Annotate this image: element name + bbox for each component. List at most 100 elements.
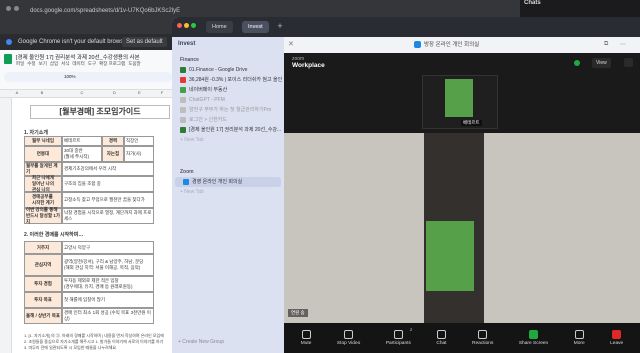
reload-icon[interactable] — [14, 6, 19, 11]
group-zoom[interactable]: Zoom — [172, 167, 284, 177]
cell-label[interactable]: 올해 / 상반기 목표 — [24, 308, 62, 324]
start-table: 거주지 고양시 덕양구 관심지역 광역(양천/강서), 구리 & 남양주, 하남… — [24, 241, 154, 324]
menu-data[interactable]: 데이터 — [72, 61, 84, 67]
sidebar-item-active[interactable]: 경영 온라인 개인 회의실 — [175, 177, 281, 187]
cell-label[interactable]: 자는집 — [102, 146, 124, 162]
minimize-window-icon[interactable] — [184, 23, 189, 28]
chats-label[interactable]: Chats — [524, 0, 541, 6]
chat-button[interactable]: Chat — [436, 330, 447, 346]
zoom-workplace-label: Workplace — [292, 62, 325, 69]
video-icon — [344, 330, 354, 339]
new-tab-button[interactable]: + New Tab — [172, 135, 284, 145]
cell-value[interactable]: 직장인 — [124, 136, 154, 146]
stop-video-button[interactable]: Stop Video — [337, 330, 360, 346]
sidebar-header[interactable]: Invest — [178, 41, 195, 47]
menu-edit[interactable]: 수정 — [27, 61, 35, 67]
section-intro-heading: 1. 자기소개 — [24, 130, 48, 136]
copy-link-icon[interactable]: ⧉ — [604, 41, 608, 48]
address-bar[interactable]: docs.google.com/spreadsheets/d/1v-U7KQo6… — [30, 4, 180, 18]
menu-file[interactable]: 파일 — [16, 61, 24, 67]
new-tab-icon[interactable]: + — [274, 21, 286, 33]
self-video-tile[interactable]: 베테르트 — [422, 75, 498, 129]
zoom-urlbar: ✕ 방장 온라인 개인 회의실 ⧉ ⋯ — [284, 37, 640, 53]
sidebar-item[interactable]: 36,284원 -0.3% | 포이스 리더쉬카 첨고 올인 — [172, 75, 284, 85]
cell-label[interactable]: 연봉대 — [24, 146, 62, 162]
cell-value[interactable]: 투자동 제외로 제한 적은 입찰 (경우에대, 유지, 경매 등 원래로원동) — [62, 276, 154, 292]
cell-value[interactable]: 구조의 집을 조합 중 — [62, 176, 154, 192]
sidebar-item[interactable]: 로그인 > 신한카드 — [172, 115, 284, 125]
sheets-toolbar: 100% — [4, 72, 172, 82]
cell-label[interactable]: 관심지역 — [24, 254, 62, 276]
cell-value[interactable]: 자가(사) — [124, 146, 154, 162]
menu-insert[interactable]: 삽입 — [50, 61, 58, 67]
leave-icon — [612, 330, 622, 339]
back-icon[interactable] — [6, 6, 11, 11]
more-menu-icon[interactable]: ⋯ — [620, 41, 626, 48]
tab-invest[interactable]: Invest — [242, 21, 269, 33]
menu-bar: 파일 수정 보기 삽입 서식 데이터 도구 확장 프로그램 도움말 — [16, 61, 141, 67]
more-icon — [574, 330, 584, 339]
zoom-page-title[interactable]: 방장 온라인 개인 회의실 — [424, 40, 479, 48]
group-finance[interactable]: Finance — [172, 55, 284, 65]
cell-label[interactable]: 투자 경험 — [24, 276, 62, 292]
menu-extensions[interactable]: 확장 프로그램 — [99, 61, 125, 67]
close-icon[interactable]: ✕ — [288, 41, 294, 49]
participants-button[interactable]: Participants — [386, 330, 411, 346]
cell-value[interactable]: 경제기초강의에서 우러 시작 — [62, 162, 154, 176]
sidebar-item[interactable]: ChatGPT - PFM — [172, 95, 284, 105]
leave-button[interactable]: Leave — [610, 330, 623, 346]
cell-value[interactable]: 고양시 덕양구 — [62, 241, 154, 254]
cell-label[interactable]: 이번 강의를 통해 반드시 달성할 1가지 — [24, 207, 62, 224]
fullscreen-icon[interactable] — [624, 58, 633, 67]
sidebar-item-label: 01.Finance - Google Drive — [189, 67, 248, 73]
menu-help[interactable]: 도움말 — [128, 61, 140, 67]
maximize-window-icon[interactable] — [191, 23, 196, 28]
sheets-logo-icon[interactable] — [4, 54, 12, 64]
menu-format[interactable]: 서식 — [61, 61, 69, 67]
reactions-button[interactable]: Reactions — [472, 330, 493, 346]
mute-button[interactable]: Mute — [301, 330, 311, 346]
more-button[interactable]: More — [574, 330, 585, 346]
view-button[interactable]: View — [592, 58, 611, 68]
cell-label[interactable]: 거주지 — [24, 241, 62, 254]
cell-value[interactable]: 낙찰 경험을 시작으로 열정, 계단까지 과제 프로세스 — [62, 208, 154, 224]
close-window-icon[interactable] — [177, 23, 182, 28]
mic-icon — [301, 330, 311, 339]
cell-value[interactable]: 광역(양천/강서), 구리 & 남양주, 하남, 분당 (해외 관심 지역: 서… — [62, 254, 154, 276]
cell-value[interactable]: 30대 중반 (월세 쭈시작) — [62, 146, 102, 162]
cell-label[interactable]: 월부 닉네임 — [24, 136, 62, 146]
sidebar-item[interactable]: [경제 올인원 17] 권리분석 과제 20선_수강... — [172, 125, 284, 135]
cell-label[interactable]: 투자 목표 — [24, 292, 62, 308]
group-label: Zoom — [180, 169, 194, 175]
cell-value[interactable]: 베테르트 — [62, 136, 102, 146]
set-default-button[interactable]: Set as default — [122, 37, 167, 47]
sidebar-item[interactable]: 01.Finance - Google Drive — [172, 65, 284, 75]
cell-label[interactable]: 최근 나에게 일어난 나의 관심 나의 — [24, 175, 62, 192]
cell-value[interactable]: 첫 해를에 입찰이 많기 — [62, 292, 154, 308]
zoom-select[interactable]: 100% — [64, 74, 76, 79]
cell-label[interactable]: 월부를 알게된 계기 — [24, 162, 62, 176]
tab-home[interactable]: Home — [206, 21, 233, 33]
cell-label[interactable]: 경매공부를 시작한 계기 — [24, 192, 62, 208]
self-video — [445, 79, 473, 117]
share-screen-button[interactable]: Share Screen — [519, 330, 548, 346]
row-numbers — [0, 98, 12, 353]
stock-icon — [180, 77, 186, 83]
shield-icon[interactable] — [574, 60, 580, 66]
cell-value[interactable]: 고정소득 찾고 부업으로 월천만 꿈을 찾다가 — [62, 192, 154, 208]
overlay-browser: Home Invest + Invest Finance 01.Finance … — [172, 17, 640, 353]
menu-view[interactable]: 보기 — [39, 61, 47, 67]
menu-tools[interactable]: 도구 — [88, 61, 96, 67]
main-video-tile[interactable]: 연원 숨 — [284, 133, 640, 323]
create-group-button[interactable]: + Create New Group — [178, 339, 224, 345]
group-label: Finance — [180, 57, 199, 63]
cell-value[interactable]: 경매 인터 최소 1회 성공 (수익 목표 3천만원 이상) — [62, 308, 154, 324]
cell-label[interactable]: 경력 — [102, 136, 124, 146]
new-tab-button[interactable]: + New Tab — [172, 187, 284, 197]
sidebar-item[interactable]: 양천구 부부가 하는 첫 월급관리하기Pro — [172, 105, 284, 115]
toolbar-label: Stop Video — [336, 341, 361, 346]
share-screen-icon — [529, 330, 539, 339]
sidebar-item[interactable]: 네이버페이 부동산 — [172, 85, 284, 95]
sheet-title[interactable]: [경제 올인원 17] 권리분석 과제 20선_수강생용의 사본 — [16, 53, 140, 61]
main-name-tag: 연원 숨 — [288, 309, 308, 317]
